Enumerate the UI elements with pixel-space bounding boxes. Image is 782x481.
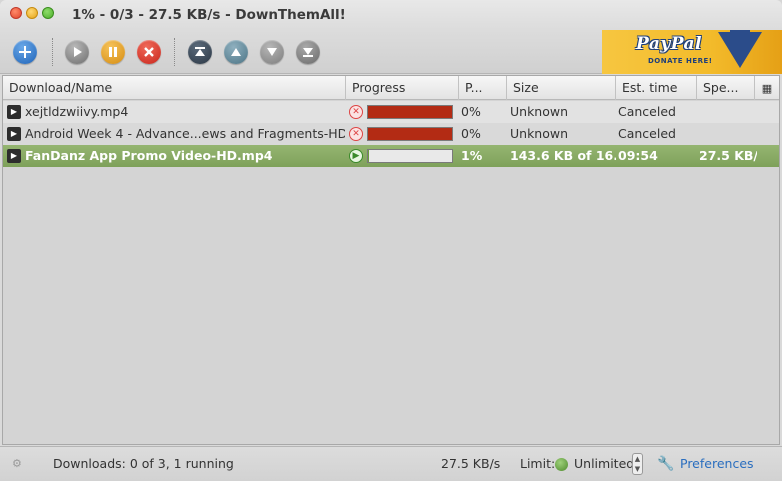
download-size: 143.6 KB of 16.0...: [510, 148, 616, 163]
limit-spinner[interactable]: ▲ ▼: [632, 453, 643, 475]
pause-icon: [109, 47, 117, 57]
table-row[interactable]: ▶ xejtldzwiivy.mp4 ✕ 0% Unknown Canceled: [3, 101, 779, 123]
video-file-icon: ▶: [7, 127, 21, 141]
download-est-time: Canceled: [618, 126, 676, 141]
table-row-selected[interactable]: ▶ FanDanz App Promo Video-HD.mp4 ▶ 1% 14…: [3, 145, 779, 167]
limit-label: Limit:: [520, 456, 556, 471]
download-arrow-icon: [718, 32, 762, 68]
status-bar: ⚙ Downloads: 0 of 3, 1 running 27.5 KB/s…: [0, 446, 782, 481]
maximize-window-button[interactable]: [42, 7, 54, 19]
connection-icon: ⚙: [12, 457, 22, 470]
download-name: xejtldzwiivy.mp4: [25, 104, 129, 119]
move-up-icon: [231, 48, 241, 56]
resume-button[interactable]: [65, 40, 89, 64]
toolbar: PayPal DONATE HERE!: [0, 30, 782, 74]
limit-icon: [555, 458, 568, 471]
progress-bar: [367, 105, 453, 119]
paypal-donate-banner[interactable]: PayPal DONATE HERE!: [602, 30, 782, 74]
minimize-window-button[interactable]: [26, 7, 38, 19]
download-percent: 0%: [461, 126, 481, 141]
progress-fill: [368, 106, 452, 118]
toolbar-separator: [52, 38, 53, 66]
downloads-table: Download/Name Progress P... Size Est. ti…: [2, 75, 780, 445]
pause-button[interactable]: [101, 40, 125, 64]
close-window-button[interactable]: [10, 7, 22, 19]
play-icon: [74, 47, 82, 57]
running-status-icon: ▶: [349, 149, 363, 163]
download-name: Android Week 4 - Advance...ews and Fragm…: [25, 126, 345, 141]
move-up-button[interactable]: [224, 40, 248, 64]
cancel-button[interactable]: [137, 40, 161, 64]
download-speed: [699, 123, 757, 145]
video-file-icon: ▶: [7, 105, 21, 119]
download-speed: [699, 101, 757, 123]
download-est-time: Canceled: [618, 104, 676, 119]
download-percent: 1%: [461, 148, 483, 163]
canceled-status-icon: ✕: [349, 105, 363, 119]
x-icon: [144, 47, 154, 57]
download-est-time: 09:54: [618, 148, 658, 163]
download-speed: 27.5 KB/s: [699, 148, 757, 163]
app-window: 1% - 0/3 - 27.5 KB/s - DownThemAll! PayP…: [0, 0, 782, 481]
move-bottom-icon: [303, 48, 313, 57]
window-title: 1% - 0/3 - 27.5 KB/s - DownThemAll!: [72, 7, 346, 23]
column-header-progress[interactable]: Progress: [346, 76, 459, 100]
column-header-est-time[interactable]: Est. time: [616, 76, 697, 100]
canceled-status-icon: ✕: [349, 127, 363, 141]
preferences-link[interactable]: Preferences: [680, 456, 754, 471]
download-percent: 0%: [461, 104, 481, 119]
limit-value[interactable]: Unlimited: [574, 456, 634, 471]
progress-bar: [367, 149, 453, 163]
downloads-summary: Downloads: 0 of 3, 1 running: [53, 456, 234, 471]
move-bottom-button[interactable]: [296, 40, 320, 64]
column-picker-icon[interactable]: ▦: [755, 76, 779, 100]
paypal-logo: PayPal: [636, 34, 703, 54]
table-row[interactable]: ▶ Android Week 4 - Advance...ews and Fra…: [3, 123, 779, 145]
paypal-tagline: DONATE HERE!: [648, 57, 713, 65]
progress-fill: [368, 128, 452, 140]
move-down-button[interactable]: [260, 40, 284, 64]
column-header-percent[interactable]: P...: [459, 76, 507, 100]
total-speed: 27.5 KB/s: [441, 456, 501, 471]
toolbar-separator: [174, 38, 175, 66]
column-header-size[interactable]: Size: [507, 76, 616, 100]
download-size: Unknown: [510, 126, 569, 141]
plus-icon: [19, 46, 31, 58]
column-header-speed[interactable]: Spe...: [697, 76, 755, 100]
video-file-icon: ▶: [7, 149, 21, 163]
download-name: FanDanz App Promo Video-HD.mp4: [25, 148, 273, 163]
table-header: Download/Name Progress P... Size Est. ti…: [3, 76, 779, 100]
progress-bar: [367, 127, 453, 141]
column-header-name[interactable]: Download/Name: [3, 76, 346, 100]
title-bar: 1% - 0/3 - 27.5 KB/s - DownThemAll!: [0, 0, 782, 30]
progress-fill: [368, 150, 369, 162]
move-top-icon: [195, 47, 205, 56]
download-size: Unknown: [510, 104, 569, 119]
wrench-icon: 🔧: [657, 456, 675, 472]
move-top-button[interactable]: [188, 40, 212, 64]
add-download-button[interactable]: [13, 40, 37, 64]
move-down-icon: [267, 48, 277, 56]
